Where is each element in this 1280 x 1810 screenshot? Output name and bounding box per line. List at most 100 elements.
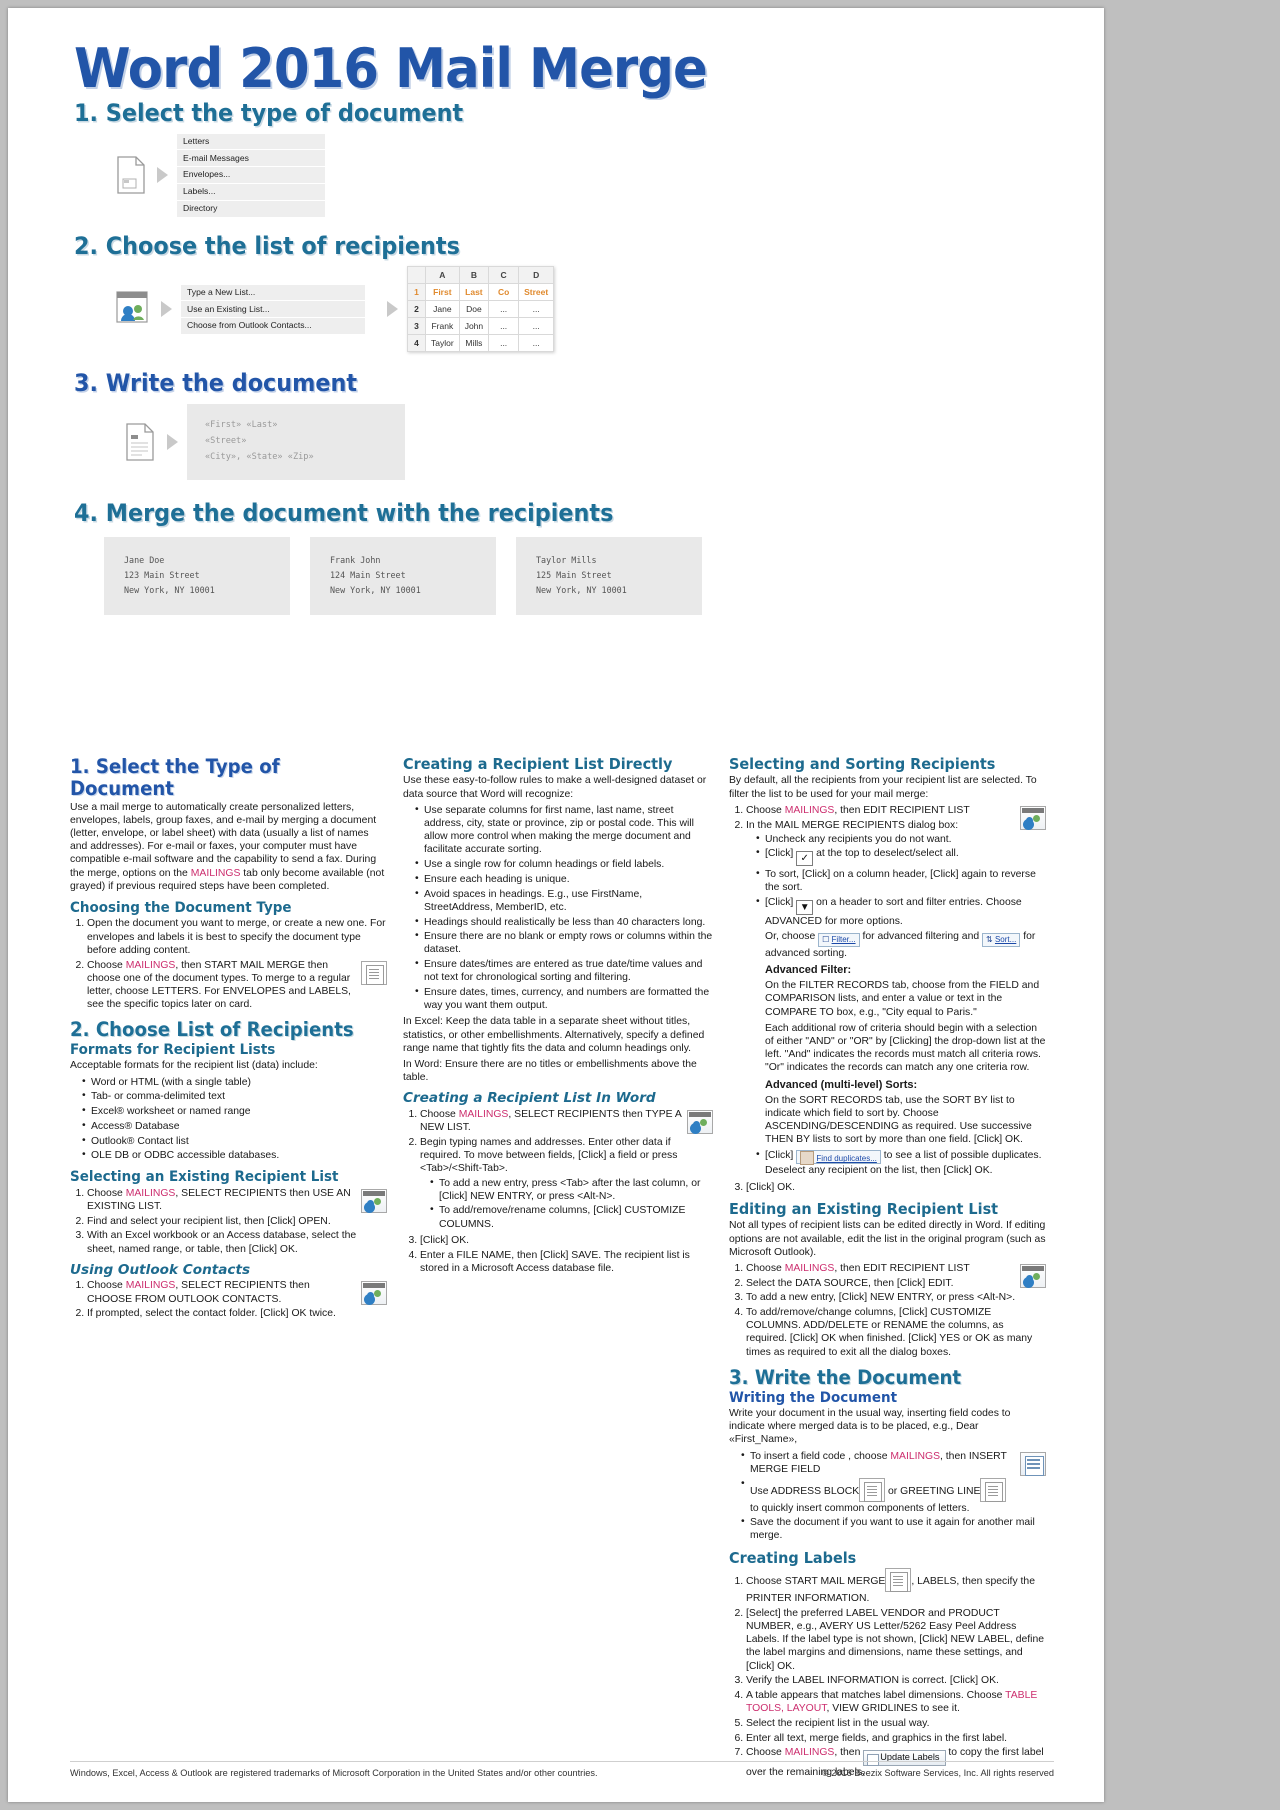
- sheet-col-b: B: [458, 266, 490, 285]
- menu-item-envelopes[interactable]: Envelopes...: [177, 167, 325, 185]
- list-item: To insert a field code , choose MAILINGS…: [741, 1449, 1046, 1476]
- mailings-tab-label: MAILINGS: [125, 959, 176, 971]
- arrow-icon: [161, 301, 172, 318]
- list-item: [Click] Find duplicates... to see a list…: [756, 1148, 1046, 1177]
- column-2: Creating a Recipient List Directly Use t…: [403, 755, 713, 1782]
- checkbox-checked-icon[interactable]: ✓: [796, 851, 814, 867]
- list-item: Enter all text, merge fields, and graphi…: [746, 1732, 1046, 1745]
- start-mail-merge-icon[interactable]: [885, 1568, 912, 1593]
- list-selecting-sorting: Choose MAILINGS, then EDIT RECIPIENT LIS…: [729, 804, 1046, 1194]
- table-row: 1 First Last Co Street: [407, 283, 555, 302]
- list-item: [Click] OK.: [746, 1181, 1046, 1194]
- document-type-menu[interactable]: Letters E-mail Messages Envelopes... Lab…: [177, 133, 325, 217]
- list-formats: Word or HTML (with a single table) Tab- …: [70, 1075, 387, 1163]
- menu-item-letters[interactable]: Letters: [177, 134, 325, 151]
- list-item: Use ADDRESS BLOCK or GREETING LINE to qu…: [741, 1477, 1046, 1515]
- address-block-icon[interactable]: [859, 1477, 886, 1502]
- heading-creating-labels: Creating Labels: [729, 1548, 857, 1567]
- list-item: Avoid spaces in headings. E.g., use Firs…: [415, 887, 713, 914]
- list-item: Verify the LABEL INFORMATION is correct.…: [746, 1674, 1046, 1687]
- start-mail-merge-icon[interactable]: [361, 960, 387, 985]
- paragraph-advanced-filter-2: Each additional row of criteria should b…: [765, 1022, 1046, 1074]
- list-writing-tips: To insert a field code , choose MAILINGS…: [729, 1449, 1046, 1543]
- menu-item-directory[interactable]: Directory: [177, 201, 325, 217]
- duplicates-icon: [800, 1151, 815, 1166]
- merged-letter: Taylor Mills 125 Main Street New York, N…: [516, 537, 702, 616]
- mailings-tab-label: MAILINGS: [190, 867, 241, 879]
- list-item: Headings should realistically be less th…: [415, 914, 713, 929]
- letter-name: Taylor Mills: [536, 555, 597, 566]
- menu-item-labels[interactable]: Labels...: [177, 184, 325, 201]
- text-a: Choose: [87, 1280, 126, 1292]
- list-item: Enter a FILE NAME, then [Click] SAVE. Th…: [420, 1249, 713, 1275]
- list-item: Save the document if you want to use it …: [741, 1515, 1046, 1542]
- greeting-line-icon[interactable]: [980, 1477, 1007, 1502]
- menu-item-outlook-contacts[interactable]: Choose from Outlook Contacts...: [181, 318, 365, 334]
- cell-c1: Co: [488, 283, 520, 302]
- text-a: Choose: [746, 1262, 785, 1274]
- list-item: [Select] the preferred LABEL VENDOR and …: [746, 1607, 1046, 1673]
- heading-selecting-and-sorting-recipients: Selecting and Sorting Recipients: [729, 755, 996, 773]
- sublist-entry-tips: To add a new entry, press <Tab> after th…: [420, 1176, 713, 1231]
- insert-merge-field-icon[interactable]: [1020, 1451, 1046, 1476]
- select-recipients-icon[interactable]: [361, 1188, 387, 1213]
- table-row: 4 Taylor Mills ... ...: [407, 334, 555, 353]
- list-creating-labels: Choose START MAIL MERGE, LABELS, then sp…: [729, 1568, 1046, 1779]
- dropdown-arrow-icon[interactable]: ▼: [796, 899, 814, 915]
- find-duplicates-label: Find duplicates...: [816, 1154, 877, 1164]
- recipient-source-menu[interactable]: Type a New List... Use an Existing List.…: [181, 284, 365, 335]
- select-recipients-icon[interactable]: [687, 1110, 713, 1135]
- paragraph-advanced-filter-1: On the FILTER RECORDS tab, choose from t…: [765, 980, 1040, 1018]
- text-c: to quickly insert common components of l…: [750, 1502, 970, 1514]
- menu-item-type-new-list[interactable]: Type a New List...: [181, 285, 365, 302]
- list-item: In the MAIL MERGE RECIPIENTS dialog box:…: [746, 819, 1046, 1178]
- letter-citystatezip: New York, NY 10001: [536, 584, 627, 595]
- text-b: , then START MAIL MERGE: [175, 959, 305, 971]
- list-item: To sort, [Click] on a column header, [Cl…: [756, 867, 1046, 894]
- heading-selecting-existing-recipient-list: Selecting an Existing Recipient List: [70, 1169, 339, 1186]
- list-item: Choose START MAIL MERGE, LABELS, then sp…: [746, 1568, 1046, 1605]
- text-b: , VIEW GRIDLINES to see it.: [826, 1703, 960, 1715]
- cell-a2: Jane: [425, 300, 460, 319]
- step-4-heading: 4. Merge the document with the recipient…: [74, 498, 614, 527]
- paragraph-writing-intro: Write your document in the usual way, in…: [729, 1408, 1011, 1446]
- select-recipients-icon[interactable]: [361, 1281, 387, 1306]
- body-columns: 1. Select the Type of Document Use a mai…: [70, 755, 1054, 1782]
- code-line-2: «Street»: [205, 435, 247, 446]
- arrow-icon: [387, 301, 398, 318]
- paragraph-mail-merge-intro: Use a mail merge to automatically create…: [70, 801, 387, 893]
- list-item: Choose MAILINGS, then EDIT RECIPIENT LIS…: [746, 804, 1046, 830]
- step-1-heading: 1. Select the type of document: [74, 99, 464, 127]
- text-b: , then: [834, 1747, 864, 1759]
- copyright-notice: © 2016 Beezix Software Services, Inc. Al…: [822, 1768, 1054, 1778]
- list-item: With an Excel workbook or an Access data…: [87, 1229, 387, 1255]
- sheet-col-c: C: [488, 266, 520, 285]
- cell-b2: Doe: [458, 300, 490, 319]
- row-number: 2: [407, 300, 426, 319]
- cell-c4: ...: [488, 334, 520, 353]
- edit-recipient-list-icon[interactable]: [1020, 805, 1046, 830]
- sort-button[interactable]: ⇅ Sort...: [982, 933, 1021, 948]
- page-title: Word 2016 Mail Merge: [74, 37, 708, 100]
- heading-choose-list-of-recipients: 2. Choose List of Recipients: [70, 1018, 354, 1042]
- merged-letter: Frank John 124 Main Street New York, NY …: [310, 537, 496, 616]
- paragraph-in-excel: In Excel: Keep the data table in a separ…: [403, 1016, 705, 1054]
- mailings-tab-label: MAILINGS: [458, 1109, 509, 1121]
- list-item: [Click] ▼ on a header to sort and filter…: [756, 895, 1046, 1147]
- menu-item-email-messages[interactable]: E-mail Messages: [177, 150, 325, 168]
- sheet-corner: [407, 266, 426, 285]
- sort-button-label: Sort...: [994, 935, 1017, 945]
- list-item: Begin typing names and addresses. Enter …: [420, 1136, 713, 1231]
- find-duplicates-button[interactable]: Find duplicates...: [796, 1150, 881, 1166]
- filter-button[interactable]: ☐ Filter...: [818, 933, 860, 948]
- paragraph-easy-rules: Use these easy-to-follow rules to make a…: [403, 775, 707, 800]
- list-item: Choose MAILINGS, then EDIT RECIPIENT LIS…: [746, 1262, 1046, 1288]
- list-item: Excel® worksheet or named range: [82, 1104, 387, 1118]
- list-dataset-rules: Use separate columns for first name, las…: [403, 803, 713, 1013]
- menu-item-use-existing-list[interactable]: Use an Existing List...: [181, 301, 365, 319]
- letter-citystatezip: New York, NY 10001: [330, 584, 421, 595]
- list-selecting-existing: Choose MAILINGS, SELECT RECIPIENTS then …: [70, 1187, 387, 1256]
- edit-recipient-list-icon[interactable]: [1020, 1263, 1046, 1288]
- sheet-col-d: D: [518, 266, 555, 285]
- mailings-tab-label: MAILINGS: [784, 1747, 835, 1759]
